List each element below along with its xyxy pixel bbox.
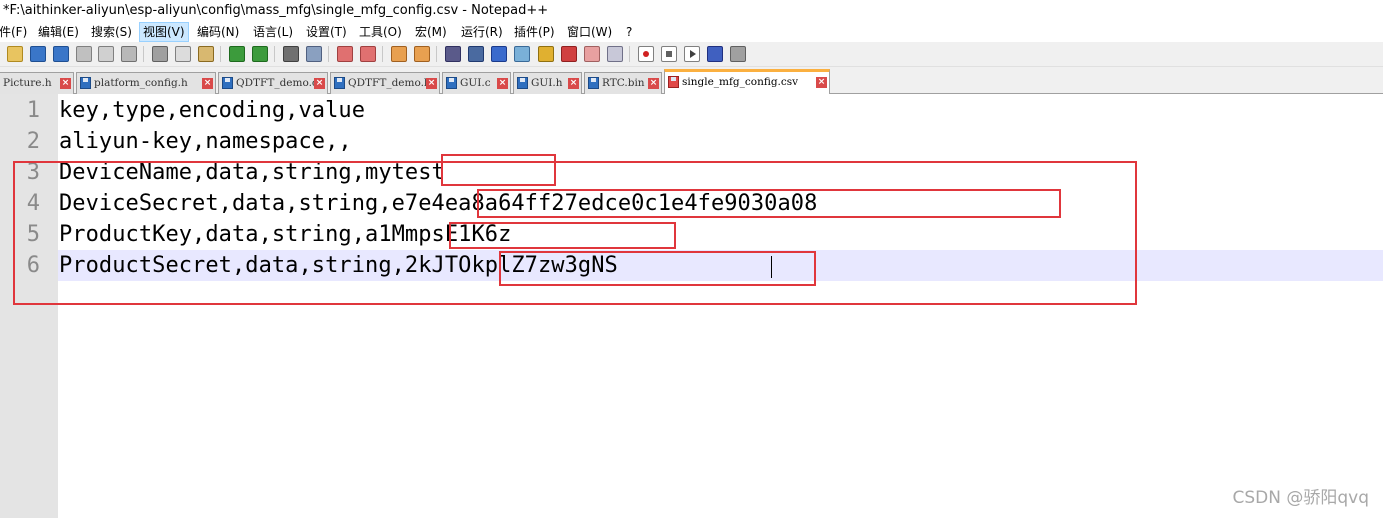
line-number: 1 — [26, 98, 40, 123]
editor[interactable]: 1 2 3 4 5 6 key,type,encoding,value aliy… — [0, 94, 1383, 518]
close-tab-icon[interactable]: × — [60, 78, 71, 89]
close-tab-icon[interactable]: × — [648, 78, 659, 89]
menu-encoding[interactable]: 编码(N) — [194, 22, 242, 42]
menu-run[interactable]: 运行(R) — [458, 22, 506, 42]
save-icon[interactable] — [30, 46, 46, 62]
menu-file[interactable]: 件(F) — [0, 22, 30, 42]
saved-file-icon — [446, 77, 457, 89]
tab-label: QDTFT_demo.c — [236, 77, 318, 89]
toolbar — [0, 42, 1383, 67]
word-wrap-icon[interactable] — [445, 46, 461, 62]
menu-plugins[interactable]: 插件(P) — [511, 22, 558, 42]
watermark: CSDN @骄阳qvq — [1232, 488, 1369, 508]
close-tab-icon[interactable]: × — [426, 78, 437, 89]
tab-label: GUI.c — [460, 77, 491, 89]
code-line[interactable]: key,type,encoding,value — [59, 95, 365, 126]
record-macro-icon[interactable] — [638, 46, 654, 62]
new-file-icon[interactable] — [7, 46, 23, 62]
window-title: *F:\aithinker-aliyun\esp-aliyun\config\m… — [0, 0, 1383, 22]
tab-gui-h[interactable]: GUI.h × — [513, 72, 582, 94]
line-number: 2 — [26, 129, 40, 154]
tab-rtc-bin[interactable]: RTC.bin × — [584, 72, 662, 94]
tab-label: RTC.bin — [602, 77, 645, 89]
play-macro-icon[interactable] — [684, 46, 700, 62]
annotation-box-devicesecret — [477, 189, 1061, 218]
zoom-out-icon[interactable] — [360, 46, 376, 62]
close-all-icon[interactable] — [98, 46, 114, 62]
annotation-box-productsecret — [499, 251, 816, 286]
redo-icon[interactable] — [252, 46, 268, 62]
find-icon[interactable] — [283, 46, 299, 62]
menu-macro[interactable]: 宏(M) — [412, 22, 450, 42]
sync-vertical-icon[interactable] — [391, 46, 407, 62]
close-tab-icon[interactable]: × — [816, 77, 827, 88]
tab-label: platform_config.h — [94, 77, 188, 89]
close-tab-icon[interactable]: × — [202, 78, 213, 89]
menu-edit[interactable]: 编辑(E) — [35, 22, 82, 42]
menu-search[interactable]: 搜索(S) — [88, 22, 135, 42]
save-all-icon[interactable] — [53, 46, 69, 62]
saved-file-icon — [334, 77, 345, 89]
tab-bar: Picture.h × platform_config.h × QDTFT_de… — [0, 67, 1383, 94]
tab-label: single_mfg_config.csv — [682, 76, 799, 88]
menu-bar: 件(F) 编辑(E) 搜索(S) 视图(V) 编码(N) 语言(L) 设置(T)… — [0, 22, 1383, 42]
cut-icon[interactable] — [152, 46, 168, 62]
menu-window[interactable]: 窗口(W) — [564, 22, 615, 42]
unsaved-file-icon — [668, 76, 679, 88]
copy-icon[interactable] — [175, 46, 191, 62]
doc-map-icon[interactable] — [538, 46, 554, 62]
saved-file-icon — [80, 77, 91, 89]
indent-guide-icon[interactable] — [491, 46, 507, 62]
show-all-chars-icon[interactable] — [468, 46, 484, 62]
save-macro-icon[interactable] — [730, 46, 746, 62]
line-number-gutter: 1 2 3 4 5 6 — [0, 94, 58, 518]
menu-help[interactable]: ? — [623, 22, 635, 42]
close-tab-icon[interactable]: × — [568, 78, 579, 89]
tab-label: Picture.h — [3, 77, 52, 89]
user-lang-icon[interactable] — [514, 46, 530, 62]
saved-file-icon — [517, 77, 528, 89]
function-list-icon[interactable] — [561, 46, 577, 62]
saved-file-icon — [588, 77, 599, 89]
code-line[interactable]: aliyun-key,namespace,, — [59, 126, 352, 157]
run-macro-multiple-icon[interactable] — [707, 46, 723, 62]
saved-file-icon — [222, 77, 233, 89]
monitor-icon[interactable] — [607, 46, 623, 62]
tab-picture-h[interactable]: Picture.h × — [0, 72, 74, 94]
tab-single-mfg-config-csv[interactable]: single_mfg_config.csv × — [664, 69, 830, 94]
tab-label: QDTFT_demo.h — [348, 77, 431, 89]
close-tab-icon[interactable]: × — [497, 78, 508, 89]
undo-icon[interactable] — [229, 46, 245, 62]
annotation-box-productkey — [449, 222, 676, 249]
tab-platform-config-h[interactable]: platform_config.h × — [76, 72, 216, 94]
close-tab-icon[interactable]: × — [314, 78, 325, 89]
folder-workspace-icon[interactable] — [584, 46, 600, 62]
menu-tools[interactable]: 工具(O) — [356, 22, 405, 42]
replace-icon[interactable] — [306, 46, 322, 62]
tab-gui-c[interactable]: GUI.c × — [442, 72, 511, 94]
menu-settings[interactable]: 设置(T) — [303, 22, 350, 42]
menu-view[interactable]: 视图(V) — [139, 22, 189, 42]
tab-qdtft-demo-h[interactable]: QDTFT_demo.h × — [330, 72, 440, 94]
zoom-in-icon[interactable] — [337, 46, 353, 62]
sync-horizontal-icon[interactable] — [414, 46, 430, 62]
tab-qdtft-demo-c[interactable]: QDTFT_demo.c × — [218, 72, 328, 94]
paste-icon[interactable] — [198, 46, 214, 62]
annotation-box-devicename — [441, 154, 556, 186]
stop-macro-icon[interactable] — [661, 46, 677, 62]
tab-label: GUI.h — [531, 77, 563, 89]
menu-language[interactable]: 语言(L) — [250, 22, 296, 42]
close-icon[interactable] — [76, 46, 92, 62]
print-icon[interactable] — [121, 46, 137, 62]
